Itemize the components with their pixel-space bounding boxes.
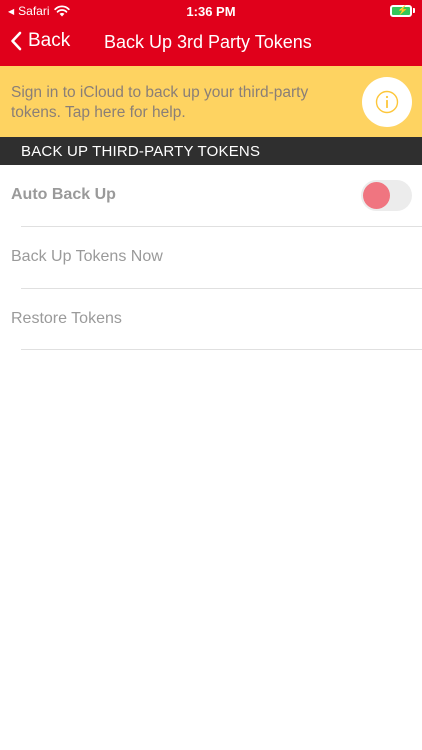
backup-tokens-now-label: Back Up Tokens Now xyxy=(11,248,163,265)
auto-backup-label: Auto Back Up xyxy=(11,186,116,203)
page-title: Back Up 3rd Party Tokens xyxy=(104,32,312,52)
info-button[interactable] xyxy=(362,77,412,127)
row-divider xyxy=(21,349,422,350)
charging-bolt-icon: ⚡ xyxy=(397,5,409,15)
battery-icon: ⚡ xyxy=(390,5,415,17)
status-bar: ◀ Safari 1:36 PM ⚡ xyxy=(0,0,422,22)
status-time: 1:36 PM xyxy=(186,4,236,19)
toggle-knob xyxy=(363,182,390,209)
back-button[interactable]: Back xyxy=(10,30,70,52)
section-header: BACK UP THIRD-PARTY TOKENS xyxy=(0,137,422,165)
navigation-bar: Back Back Up 3rd Party Tokens xyxy=(0,22,422,66)
info-icon xyxy=(375,90,399,114)
back-button-label: Back xyxy=(28,30,71,51)
auto-backup-toggle[interactable] xyxy=(361,180,412,211)
chevron-left-icon xyxy=(11,31,22,51)
backup-tokens-now-row[interactable]: Back Up Tokens Now xyxy=(0,227,422,289)
banner-text: Sign in to iCloud to back up your third-… xyxy=(11,84,309,121)
icloud-signin-banner[interactable]: Sign in to iCloud to back up your third-… xyxy=(0,66,422,137)
restore-tokens-label: Restore Tokens xyxy=(11,310,122,327)
section-header-label: BACK UP THIRD-PARTY TOKENS xyxy=(21,143,261,160)
restore-tokens-row[interactable]: Restore Tokens xyxy=(0,289,422,351)
auto-backup-row: Auto Back Up xyxy=(0,165,422,227)
